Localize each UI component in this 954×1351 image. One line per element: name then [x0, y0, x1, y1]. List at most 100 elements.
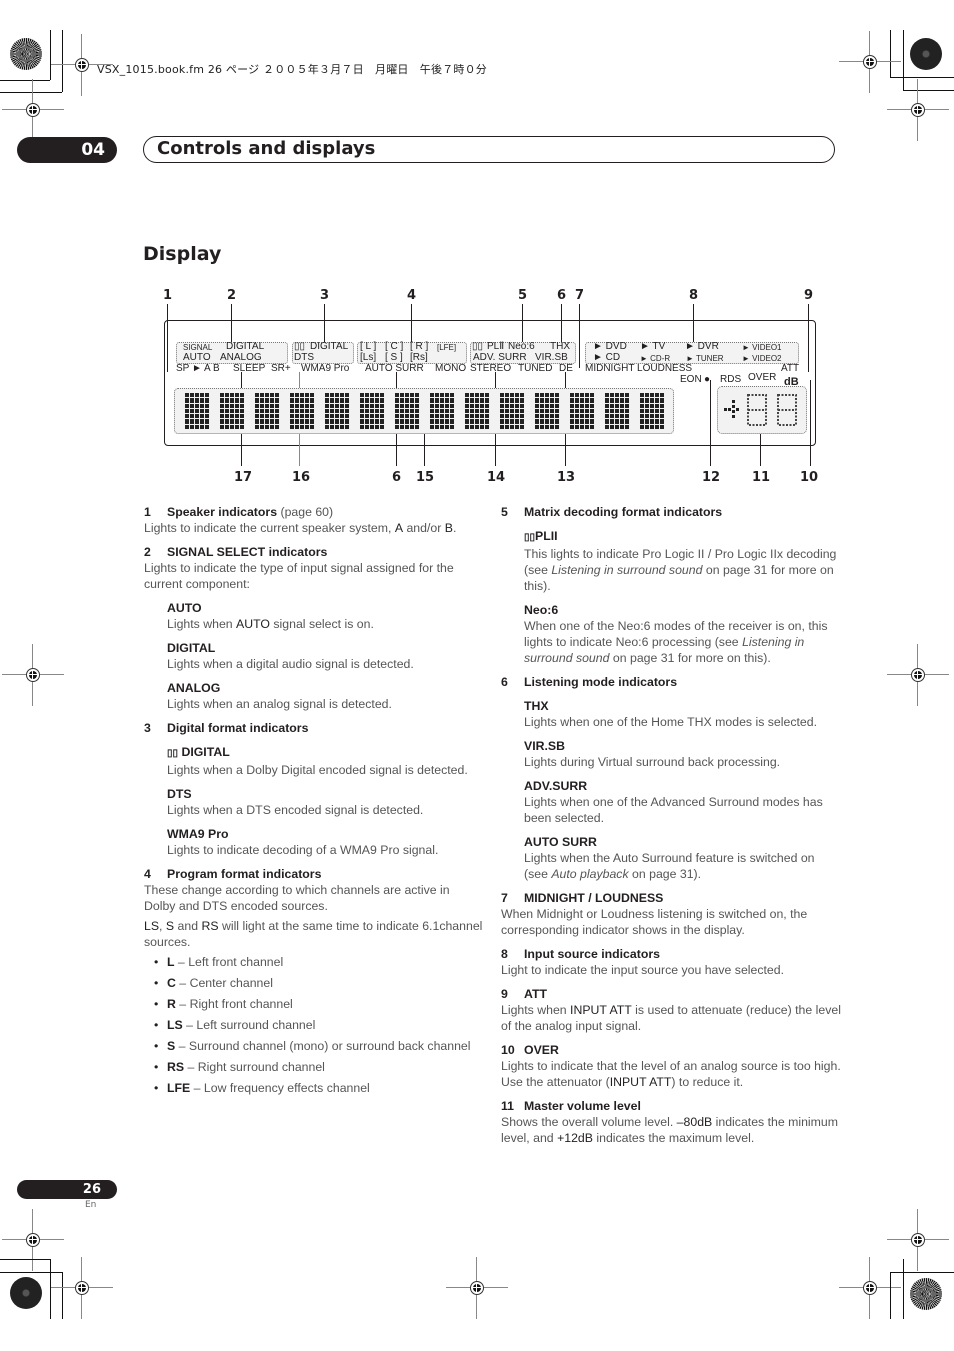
- item-text: Lights when one of the Advanced Surround…: [524, 795, 823, 825]
- matrix-dot: [199, 398, 204, 403]
- matrix-dot: [224, 419, 229, 424]
- matrix-dot: [439, 398, 444, 403]
- item-text: Lights when a Dolby Digital encoded sign…: [167, 763, 468, 777]
- matrix-dot: [469, 424, 474, 429]
- item-title: AUTO: [167, 601, 202, 615]
- matrix-dot: [434, 419, 439, 424]
- matrix-dot: [254, 414, 259, 419]
- matrix-dot: [189, 398, 194, 403]
- matrix-dot: [399, 424, 404, 429]
- matrix-dot: [324, 414, 329, 419]
- matrix-dot: [619, 408, 624, 414]
- matrix-dot: [554, 424, 559, 429]
- matrix-dot: [554, 414, 559, 419]
- item-text: Lights when AUTO signal select is on.: [167, 617, 374, 631]
- indicator-c: [ C ]: [385, 341, 404, 352]
- matrix-dot: [544, 424, 549, 429]
- matrix-dot: [479, 408, 484, 414]
- matrix-dot: [404, 403, 409, 408]
- matrix-dot: [474, 403, 479, 408]
- matrix-dot: [519, 419, 524, 424]
- matrix-dot: [399, 419, 404, 424]
- indicator-adv-surr: ADV. SURR: [473, 352, 527, 363]
- matrix-dot: [639, 424, 644, 429]
- matrix-dot: [444, 403, 449, 408]
- matrix-dot: [444, 414, 449, 419]
- matrix-dot: [469, 393, 474, 398]
- dolby-pl-icon: ▯▯: [472, 341, 484, 352]
- heading-digital-format: 3 Digital format indicators: [144, 721, 309, 735]
- matrix-dot: [609, 408, 614, 414]
- matrix-dot: [469, 419, 474, 424]
- matrix-dot: [304, 403, 309, 408]
- matrix-dot: [409, 398, 414, 403]
- matrix-dot: [309, 403, 314, 408]
- matrix-dot: [654, 414, 659, 419]
- matrix-dot: [659, 414, 664, 419]
- matrix-dot: [259, 408, 264, 414]
- matrix-dot: [379, 403, 384, 408]
- matrix-dot: [639, 419, 644, 424]
- list-item: C – Center channel: [154, 975, 484, 991]
- matrix-dot: [509, 419, 514, 424]
- matrix-dot: [569, 403, 574, 408]
- matrix-dot: [404, 408, 409, 414]
- matrix-dot: [579, 393, 584, 398]
- matrix-dot: [204, 403, 209, 408]
- dolby-logo-icon: ▯▯: [524, 532, 536, 543]
- matrix-dot: [409, 408, 414, 414]
- matrix-dot: [429, 403, 434, 408]
- matrix-dot: [274, 398, 279, 403]
- matrix-dot: [234, 393, 239, 398]
- matrix-dot: [269, 414, 274, 419]
- digit-segment-2: [777, 394, 797, 426]
- matrix-dot: [474, 419, 479, 424]
- matrix-dot: [539, 414, 544, 419]
- matrix-dot: [499, 424, 504, 429]
- matrix-dot: [604, 393, 609, 398]
- matrix-dot: [309, 398, 314, 403]
- matrix-dot: [479, 398, 484, 403]
- registration-mark: [2, 644, 64, 706]
- matrix-dot: [259, 414, 264, 419]
- matrix-dot: [604, 408, 609, 414]
- right-column: 5 Matrix decoding format indicators ▯▯PLI…: [501, 504, 841, 1146]
- matrix-dot: [239, 398, 244, 403]
- callout-6b: 6: [392, 470, 402, 485]
- matrix-dot: [254, 403, 259, 408]
- crop-line: [903, 1259, 904, 1319]
- item-title: VIR.SB: [524, 739, 565, 753]
- matrix-dot: [509, 403, 514, 408]
- matrix-dot: [584, 408, 589, 414]
- matrix-dot: [364, 408, 369, 414]
- matrix-dot: [544, 414, 549, 419]
- matrix-dot: [224, 424, 229, 429]
- matrix-dot: [409, 414, 414, 419]
- matrix-dot: [504, 408, 509, 414]
- matrix-dot: [484, 398, 489, 403]
- registration-star-bottom-left: [10, 1277, 42, 1309]
- matrix-dot: [374, 424, 379, 429]
- item-title: ▯▯PLII: [524, 529, 558, 543]
- matrix-dot: [219, 419, 224, 424]
- matrix-dot: [404, 393, 409, 398]
- matrix-dot: [369, 393, 374, 398]
- crop-line: [62, 30, 63, 92]
- matrix-dot: [429, 414, 434, 419]
- registration-mark: [51, 1257, 113, 1319]
- matrix-dot: [509, 393, 514, 398]
- matrix-dot: [294, 419, 299, 424]
- matrix-dot: [334, 398, 339, 403]
- matrix-dot: [404, 419, 409, 424]
- matrix-dot: [544, 408, 549, 414]
- matrix-dot: [344, 419, 349, 424]
- matrix-dot: [299, 403, 304, 408]
- list-item: S – Surround channel (mono) or surround …: [154, 1038, 484, 1054]
- matrix-dot: [199, 424, 204, 429]
- list-item: RS – Right surround channel: [154, 1059, 484, 1075]
- item-title: Neo:6: [524, 603, 559, 617]
- matrix-dot: [339, 398, 344, 403]
- matrix-dot: [479, 414, 484, 419]
- matrix-dot: [464, 393, 469, 398]
- matrix-dot: [324, 403, 329, 408]
